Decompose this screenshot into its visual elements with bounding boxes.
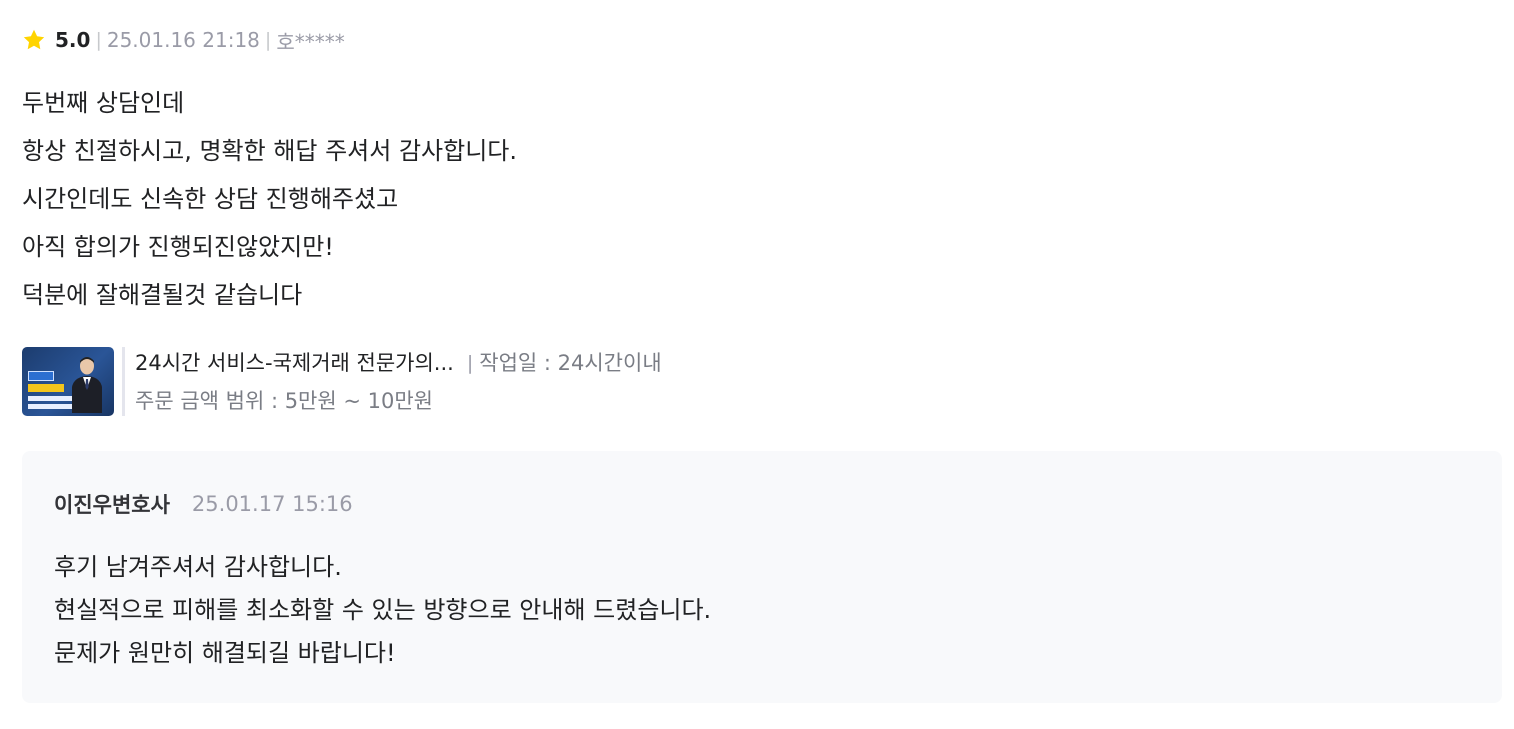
- service-thumbnail[interactable]: [22, 347, 114, 416]
- reply-body-line: 후기 남겨주셔서 감사합니다.: [54, 553, 342, 581]
- review-body-line: 아직 합의가 진행되진않았지만!: [22, 233, 334, 261]
- divider: [122, 347, 125, 416]
- lawyer-portrait-icon: [72, 357, 102, 413]
- review-author: 호*****: [276, 29, 345, 54]
- review-meta: 5.0 | 25.01.16 21:18 | 호*****: [22, 24, 1502, 56]
- review-body-line: 두번째 상담인데: [22, 89, 185, 117]
- reply-header: 이진우변호사 25.01.17 15:16: [54, 489, 353, 519]
- service-separator: |: [466, 352, 474, 374]
- reply-body-line: 문제가 원만히 해결되길 바랍니다!: [54, 639, 396, 667]
- review-body-line: 덕분에 잘해결될것 같습니다: [22, 281, 303, 309]
- review-item: 5.0 | 25.01.16 21:18 | 호***** 두번째 상담인데 항…: [22, 24, 1502, 703]
- meta-separator: |: [264, 29, 272, 51]
- service-title[interactable]: 24시간 서비스-국제거래 전문가의...: [135, 349, 454, 377]
- reply-body-line: 현실적으로 피해를 최소화할 수 있는 방향으로 안내해 드렸습니다.: [54, 596, 712, 624]
- meta-separator: |: [95, 29, 102, 51]
- seller-reply: 이진우변호사 25.01.17 15:16 후기 남겨주셔서 감사합니다. 현실…: [22, 451, 1502, 703]
- star-icon: [22, 28, 46, 52]
- review-body-line: 시간인데도 신속한 상담 진행해주셨고: [22, 185, 399, 213]
- rating-value: 5.0: [55, 28, 91, 52]
- purchased-service[interactable]: 24시간 서비스-국제거래 전문가의... | 작업일 : 24시간이내 주문 …: [22, 347, 662, 417]
- work-period: 작업일 : 24시간이내: [479, 351, 662, 375]
- seller-name: 이진우변호사: [54, 493, 170, 517]
- review-body-line: 항상 친절하시고, 명확한 해답 주셔서 감사합니다.: [22, 137, 518, 165]
- review-body: 두번째 상담인데 항상 친절하시고, 명확한 해답 주셔서 감사합니다. 시간인…: [22, 79, 1502, 319]
- service-info: 24시간 서비스-국제거래 전문가의... | 작업일 : 24시간이내 주문 …: [135, 347, 662, 415]
- reply-date: 25.01.17 15:16: [191, 492, 353, 516]
- price-range: 주문 금액 범위 : 5만원 ~ 10만원: [135, 389, 434, 413]
- review-date: 25.01.16 21:18: [106, 28, 260, 52]
- reply-body: 후기 남겨주셔서 감사합니다. 현실적으로 피해를 최소화할 수 있는 방향으로…: [54, 546, 711, 675]
